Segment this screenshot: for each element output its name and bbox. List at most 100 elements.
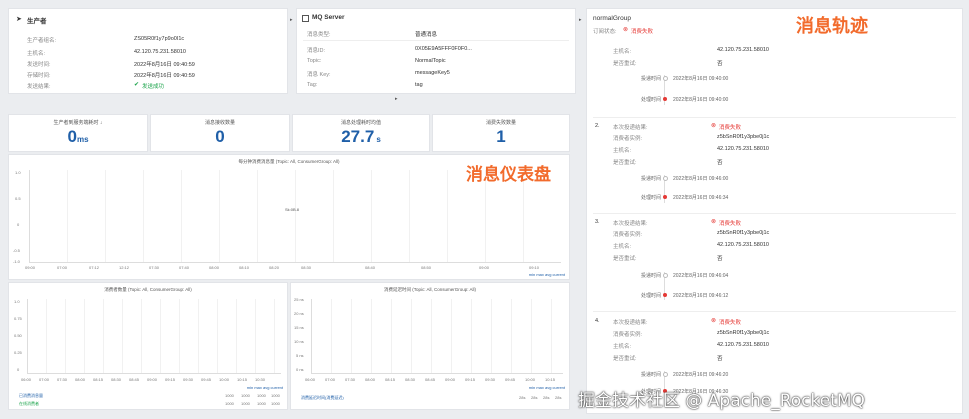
x-tick: 09:00 xyxy=(147,377,158,382)
x-tick: 09:15 xyxy=(465,377,476,382)
x-tick: 07:30 xyxy=(149,265,160,270)
tag-value: tag xyxy=(415,82,423,88)
legend-cell: 28s xyxy=(543,395,550,400)
x-tick: 09:30 xyxy=(183,377,194,382)
dashboard-label: 消息仪表盘 xyxy=(466,165,551,185)
stat-label: 生产者到服务端耗时 ↓ xyxy=(53,120,103,126)
consumer-count-chart-panel: 消费者数量 (Topic: All, ConsumerGroup: All) 1… xyxy=(8,282,288,410)
x-tick: 08:10 xyxy=(239,265,250,270)
stat-value: 1 xyxy=(496,127,506,146)
stat-value: 27.7 s xyxy=(341,127,381,146)
timeline-value: 2022年8月16日 09:40:00 xyxy=(673,76,729,82)
divider xyxy=(593,213,956,214)
plot-area xyxy=(311,299,563,374)
trace-value: 42.120.75.231.58010 xyxy=(717,242,769,248)
y-tick: 0 xyxy=(17,222,20,227)
legend-cell: 1000 xyxy=(271,393,280,398)
producer-key: 生产者组名: xyxy=(27,38,57,44)
y-tick: 25 ns xyxy=(294,297,304,302)
trace-value: 42.120.75.231.58010 xyxy=(717,146,769,152)
timeline-key: 投递时间 xyxy=(641,76,662,82)
chart-legend[interactable]: min max avg current xyxy=(529,272,565,277)
timeline-value: 2022年8月16日 09:46:04 xyxy=(673,273,729,279)
trace-key: 本次投递结果: xyxy=(613,320,648,326)
legend-cell: 28s xyxy=(531,395,538,400)
timeline-key: 处理时间 xyxy=(641,195,662,201)
y-tick: 0.5 xyxy=(15,196,21,201)
producer-key: 发送结果: xyxy=(27,84,51,90)
chart-legend[interactable]: min max avg current xyxy=(529,385,565,390)
plot-area xyxy=(27,299,281,374)
x-tick: 09:10 xyxy=(529,265,540,270)
mq-server-card: MQ Server 消息类型: 普通消息 消息ID: 0X05E9A5FFF0F… xyxy=(296,8,576,94)
server-icon xyxy=(302,15,309,22)
divider xyxy=(593,311,956,312)
x-tick: 07:00 xyxy=(39,377,50,382)
stat-card: 消息接收数量 0 xyxy=(150,114,290,152)
message-key-value: messageKey5 xyxy=(415,70,450,76)
y-tick: 5 ns xyxy=(296,353,304,358)
y-tick: 10 ns xyxy=(294,339,304,344)
stat-value: 0ms xyxy=(67,127,89,146)
x-tick: 10:15 xyxy=(237,377,248,382)
trace-key: 消费者实例: xyxy=(613,136,643,142)
trace-key: 是否重试: xyxy=(613,356,637,362)
stat-label: 消息处理耗时均值 xyxy=(340,120,381,126)
y-tick: 20 ns xyxy=(294,311,304,316)
producer-value: ZS05R0f1y7p9o0I1c xyxy=(134,36,185,42)
stat-label: 消息接收数量 xyxy=(204,120,235,126)
producer-value: 2022年8月16日 09:40:59 xyxy=(134,73,195,79)
y-tick: 1.0 xyxy=(14,299,20,304)
message-id-value[interactable]: 0X05E9A5FFF0F0F0... xyxy=(415,46,472,52)
trace-value: z5bSnR0f1y3pbe0j1c xyxy=(717,330,770,336)
flow-arrow-icon: ▸ xyxy=(395,96,398,102)
send-result: 发送成功 xyxy=(142,84,165,90)
x-tick: 09:00 xyxy=(25,265,36,270)
trace-key: 消费者实例: xyxy=(613,332,643,338)
x-tick: 08:15 xyxy=(93,377,104,382)
y-tick: -0.5 xyxy=(13,248,20,253)
y-tick: 15 ns xyxy=(294,325,304,330)
error-circle-icon: ⊗ xyxy=(711,219,717,225)
x-tick: 08:45 xyxy=(129,377,140,382)
x-tick: 08:15 xyxy=(385,377,396,382)
trace-key: 主机名: xyxy=(613,344,632,350)
error-circle-icon: ⊗ xyxy=(711,318,717,324)
subscribe-status-key: 订阅状态: xyxy=(593,29,617,35)
flow-arrow-icon: ▸ xyxy=(290,17,293,23)
x-tick: 07:00 xyxy=(57,265,68,270)
x-tick: 07:30 xyxy=(57,377,68,382)
legend-cell: 1000 xyxy=(241,393,250,398)
trace-value: z5bSnR0f1y3pbe0j1c xyxy=(717,230,770,236)
timeline-key: 处理时间 xyxy=(641,97,662,103)
x-tick: 07:40 xyxy=(179,265,190,270)
x-tick: 09:45 xyxy=(201,377,212,382)
x-tick: 10:30 xyxy=(255,377,266,382)
x-tick: 09:30 xyxy=(485,377,496,382)
timeline-key: 投递时间 xyxy=(641,273,662,279)
legend-cell: 28s xyxy=(519,395,526,400)
x-tick: 08:00 xyxy=(75,377,86,382)
legend-cell: 1000 xyxy=(271,401,280,406)
chart-legend[interactable]: min max avg current xyxy=(247,385,283,390)
attempt-number: 3. xyxy=(595,219,600,225)
x-tick: 08:20 xyxy=(269,265,280,270)
y-tick: 0 xyxy=(17,367,20,372)
timeline-value: 2022年8月16日 09:46:12 xyxy=(673,293,729,299)
x-tick: 07:30 xyxy=(345,377,356,382)
timeline-dot xyxy=(663,372,668,377)
y-tick: -1.0 xyxy=(13,259,20,264)
x-tick: 10:00 xyxy=(219,377,230,382)
legend-cell: 1000 xyxy=(257,401,266,406)
attempt-number: 2. xyxy=(595,123,600,129)
trace-value: z5bSnR0f1y3pbe0j1c xyxy=(717,134,770,140)
message-trace-panel: normalGroup 订阅状态: ⊗ 消费失败 主机名: 42.120.75.… xyxy=(586,8,963,414)
divider xyxy=(303,40,569,41)
consumer-group-name: normalGroup xyxy=(593,15,631,22)
x-tick: 08:45 xyxy=(425,377,436,382)
trace-key: 是否重试: xyxy=(613,256,637,262)
x-tick: 10:15 xyxy=(545,377,556,382)
consume-latency-chart-panel: 消费延迟时间 (Topic: All, ConsumerGroup: All) … xyxy=(290,282,570,410)
mq-key: 消息ID: xyxy=(307,48,326,54)
error-circle-icon: ⊗ xyxy=(623,27,629,33)
